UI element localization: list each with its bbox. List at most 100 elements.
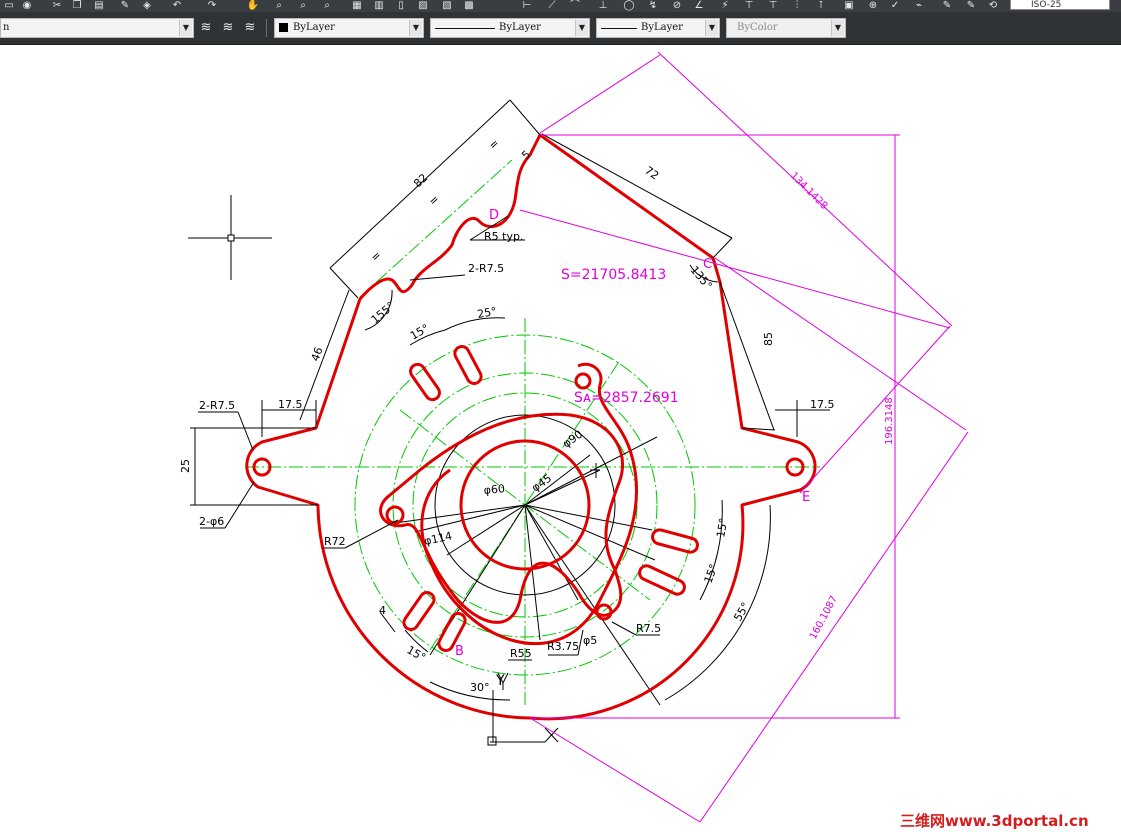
zoom-realtime-icon[interactable]: ⌕ <box>272 0 286 11</box>
linetype-dropdown-value: ByLayer <box>499 22 541 33</box>
dim-155: 155° <box>369 299 398 326</box>
pan-icon[interactable]: ✋ <box>246 0 260 11</box>
dim-phi60: φ60 <box>483 482 505 497</box>
color-dropdown[interactable]: ByLayer ▼ <box>274 18 424 38</box>
dim-55: 55° <box>731 600 752 623</box>
plotstyle-dropdown-value: ByColor <box>737 22 778 33</box>
centerlines <box>245 159 820 705</box>
drawing-canvas[interactable]: 82 72 5 = = = 46 85 17.5 17.5 25 2-R7.5 … <box>0 45 1121 832</box>
dim-46: 46 <box>309 345 326 363</box>
measure-134: 134.1428 <box>788 170 830 212</box>
dim-72: 72 <box>642 164 661 183</box>
dim-2-phi6: 2-φ6 <box>199 515 224 528</box>
layer-properties-icon[interactable]: ≋ <box>197 19 215 37</box>
dim-break-icon[interactable]: ⊺ <box>814 0 828 11</box>
quick-dim-icon[interactable]: ⚡ <box>718 0 732 11</box>
lineweight-dropdown-value: ByLayer <box>641 22 683 33</box>
measure-160: 160.1087 <box>808 594 840 641</box>
dim-radius-icon[interactable]: ◯ <box>622 0 636 11</box>
tolerance-icon[interactable]: ▣ <box>842 0 856 11</box>
dim-phi45: φ45 <box>529 472 554 495</box>
properties-icon[interactable]: ▦ <box>350 0 364 11</box>
point-d: D <box>489 208 499 223</box>
dim-phi5: φ5 <box>583 634 597 647</box>
dim-text-edit-icon[interactable]: ✎ <box>964 0 978 11</box>
zoom-previous-icon[interactable]: ⌕ <box>320 0 334 11</box>
watermark: 三维网www.3dportal.cn <box>900 812 1089 830</box>
center-mark-icon[interactable]: ⊕ <box>866 0 880 11</box>
dim-continue-icon[interactable]: ⊤ <box>766 0 780 11</box>
chevron-down-icon[interactable]: ▼ <box>409 20 422 36</box>
undo-icon[interactable]: ↶ <box>170 0 184 11</box>
ucs-y-label: Y <box>495 673 505 689</box>
dim-30: 30° <box>470 681 490 694</box>
linetype-dropdown[interactable]: ByLayer ▼ <box>430 18 590 38</box>
dim-2-r7-5-left: 2-R7.5 <box>199 399 235 412</box>
tool-palettes-icon[interactable]: ▯ <box>394 0 408 11</box>
layer-dropdown[interactable]: n ▼ <box>0 18 194 38</box>
dim-diameter-icon[interactable]: ⊘ <box>670 0 684 11</box>
dim-r72: R72 <box>324 535 346 548</box>
color-swatch <box>279 23 288 32</box>
dim-eq-1: = <box>486 136 502 152</box>
color-dropdown-value: ByLayer <box>293 22 335 33</box>
point-b: B <box>455 644 464 659</box>
dim-linear-icon[interactable]: ⊢ <box>520 0 534 11</box>
dim-edit-icon[interactable]: ✎ <box>940 0 954 11</box>
chevron-down-icon[interactable]: ▼ <box>575 20 588 36</box>
sheet-set-icon[interactable]: ▨ <box>416 0 430 11</box>
lineweight-dropdown[interactable]: ByLayer ▼ <box>596 18 720 38</box>
block-editor-icon[interactable]: ◈ <box>140 0 154 11</box>
dim-baseline-icon[interactable]: ⊤ <box>742 0 756 11</box>
dim-85: 85 <box>762 332 775 346</box>
plotstyle-dropdown: ByColor ▼ <box>726 18 846 38</box>
area-label: S=21705.8413 <box>561 267 666 283</box>
dim-phi114: φ114 <box>423 529 453 548</box>
lineweight-preview <box>601 28 637 29</box>
dim-r5-typ: R5 typ. <box>484 230 523 243</box>
cut-icon[interactable]: ✂ <box>50 0 64 11</box>
inspect-icon[interactable]: ✓ <box>888 0 902 11</box>
dim-4: 4 <box>379 604 386 617</box>
copy-icon[interactable]: ❐ <box>70 0 84 11</box>
layer-dropdown-value: n <box>3 22 10 33</box>
dim-aligned-icon[interactable]: ⟋ <box>545 0 559 11</box>
dim-ordinate-icon[interactable]: ⊥ <box>596 0 610 11</box>
dim-15-right-1: 15° <box>714 517 730 538</box>
toolbar-area: ▭ ◉ ✂ ❐ ▤ ✎ ◈ ↶ ↷ ✋ ⌕ ⌕ ⌕ ▦ ▥ ▯ ▨ ▧ ▩ ⊢ … <box>0 0 1121 45</box>
paste-icon[interactable]: ▤ <box>92 0 106 11</box>
dim-17-5-right: 17.5 <box>810 398 835 411</box>
dim-arc-icon[interactable]: ⌒ <box>568 0 582 11</box>
linetype-preview <box>435 28 495 29</box>
dim-jogged-icon[interactable]: ↯ <box>646 0 660 11</box>
dim-eq-2: = <box>426 192 442 208</box>
dim-15-right-2: 15° <box>702 562 721 585</box>
zoom-window-icon[interactable]: ⌕ <box>296 0 310 11</box>
chevron-down-icon[interactable]: ▼ <box>705 20 718 36</box>
chevron-down-icon: ▼ <box>831 20 844 36</box>
design-center-icon[interactable]: ▥ <box>372 0 386 11</box>
dim-r55: R55 <box>510 647 532 660</box>
dim-r3-75: R3.75 <box>547 640 579 653</box>
quickcalc-icon[interactable]: ▩ <box>462 0 476 11</box>
dim-17-5-left: 17.5 <box>278 398 303 411</box>
match-properties-icon[interactable]: ✎ <box>118 0 132 11</box>
dimstyle-dropdown[interactable]: ISO-25 <box>1010 0 1110 10</box>
dim-update-icon[interactable]: ⟲ <box>986 0 1000 11</box>
chevron-down-icon[interactable]: ▼ <box>179 20 192 36</box>
dim-angular-icon[interactable]: ∠ <box>692 0 706 11</box>
ucs-icon: Y <box>495 673 505 689</box>
markup-icon[interactable]: ▧ <box>440 0 454 11</box>
dim-space-icon[interactable]: ⫶ <box>790 0 804 11</box>
layer-states-icon[interactable]: ≋ <box>219 19 237 37</box>
dim-eq-3: = <box>368 248 384 264</box>
open-icon[interactable]: ▭ <box>2 0 16 11</box>
jogged-linear-icon[interactable]: ⌁ <box>912 0 926 11</box>
save-icon[interactable]: ◉ <box>20 0 34 11</box>
dim-25-top: 25° <box>476 305 497 321</box>
toolbar-separator <box>266 19 267 37</box>
redo-icon[interactable]: ↷ <box>205 0 219 11</box>
dim-r7-5-bottom: R7.5 <box>636 622 661 635</box>
point-e: E <box>802 490 810 505</box>
layer-previous-icon[interactable]: ≋ <box>241 19 259 37</box>
